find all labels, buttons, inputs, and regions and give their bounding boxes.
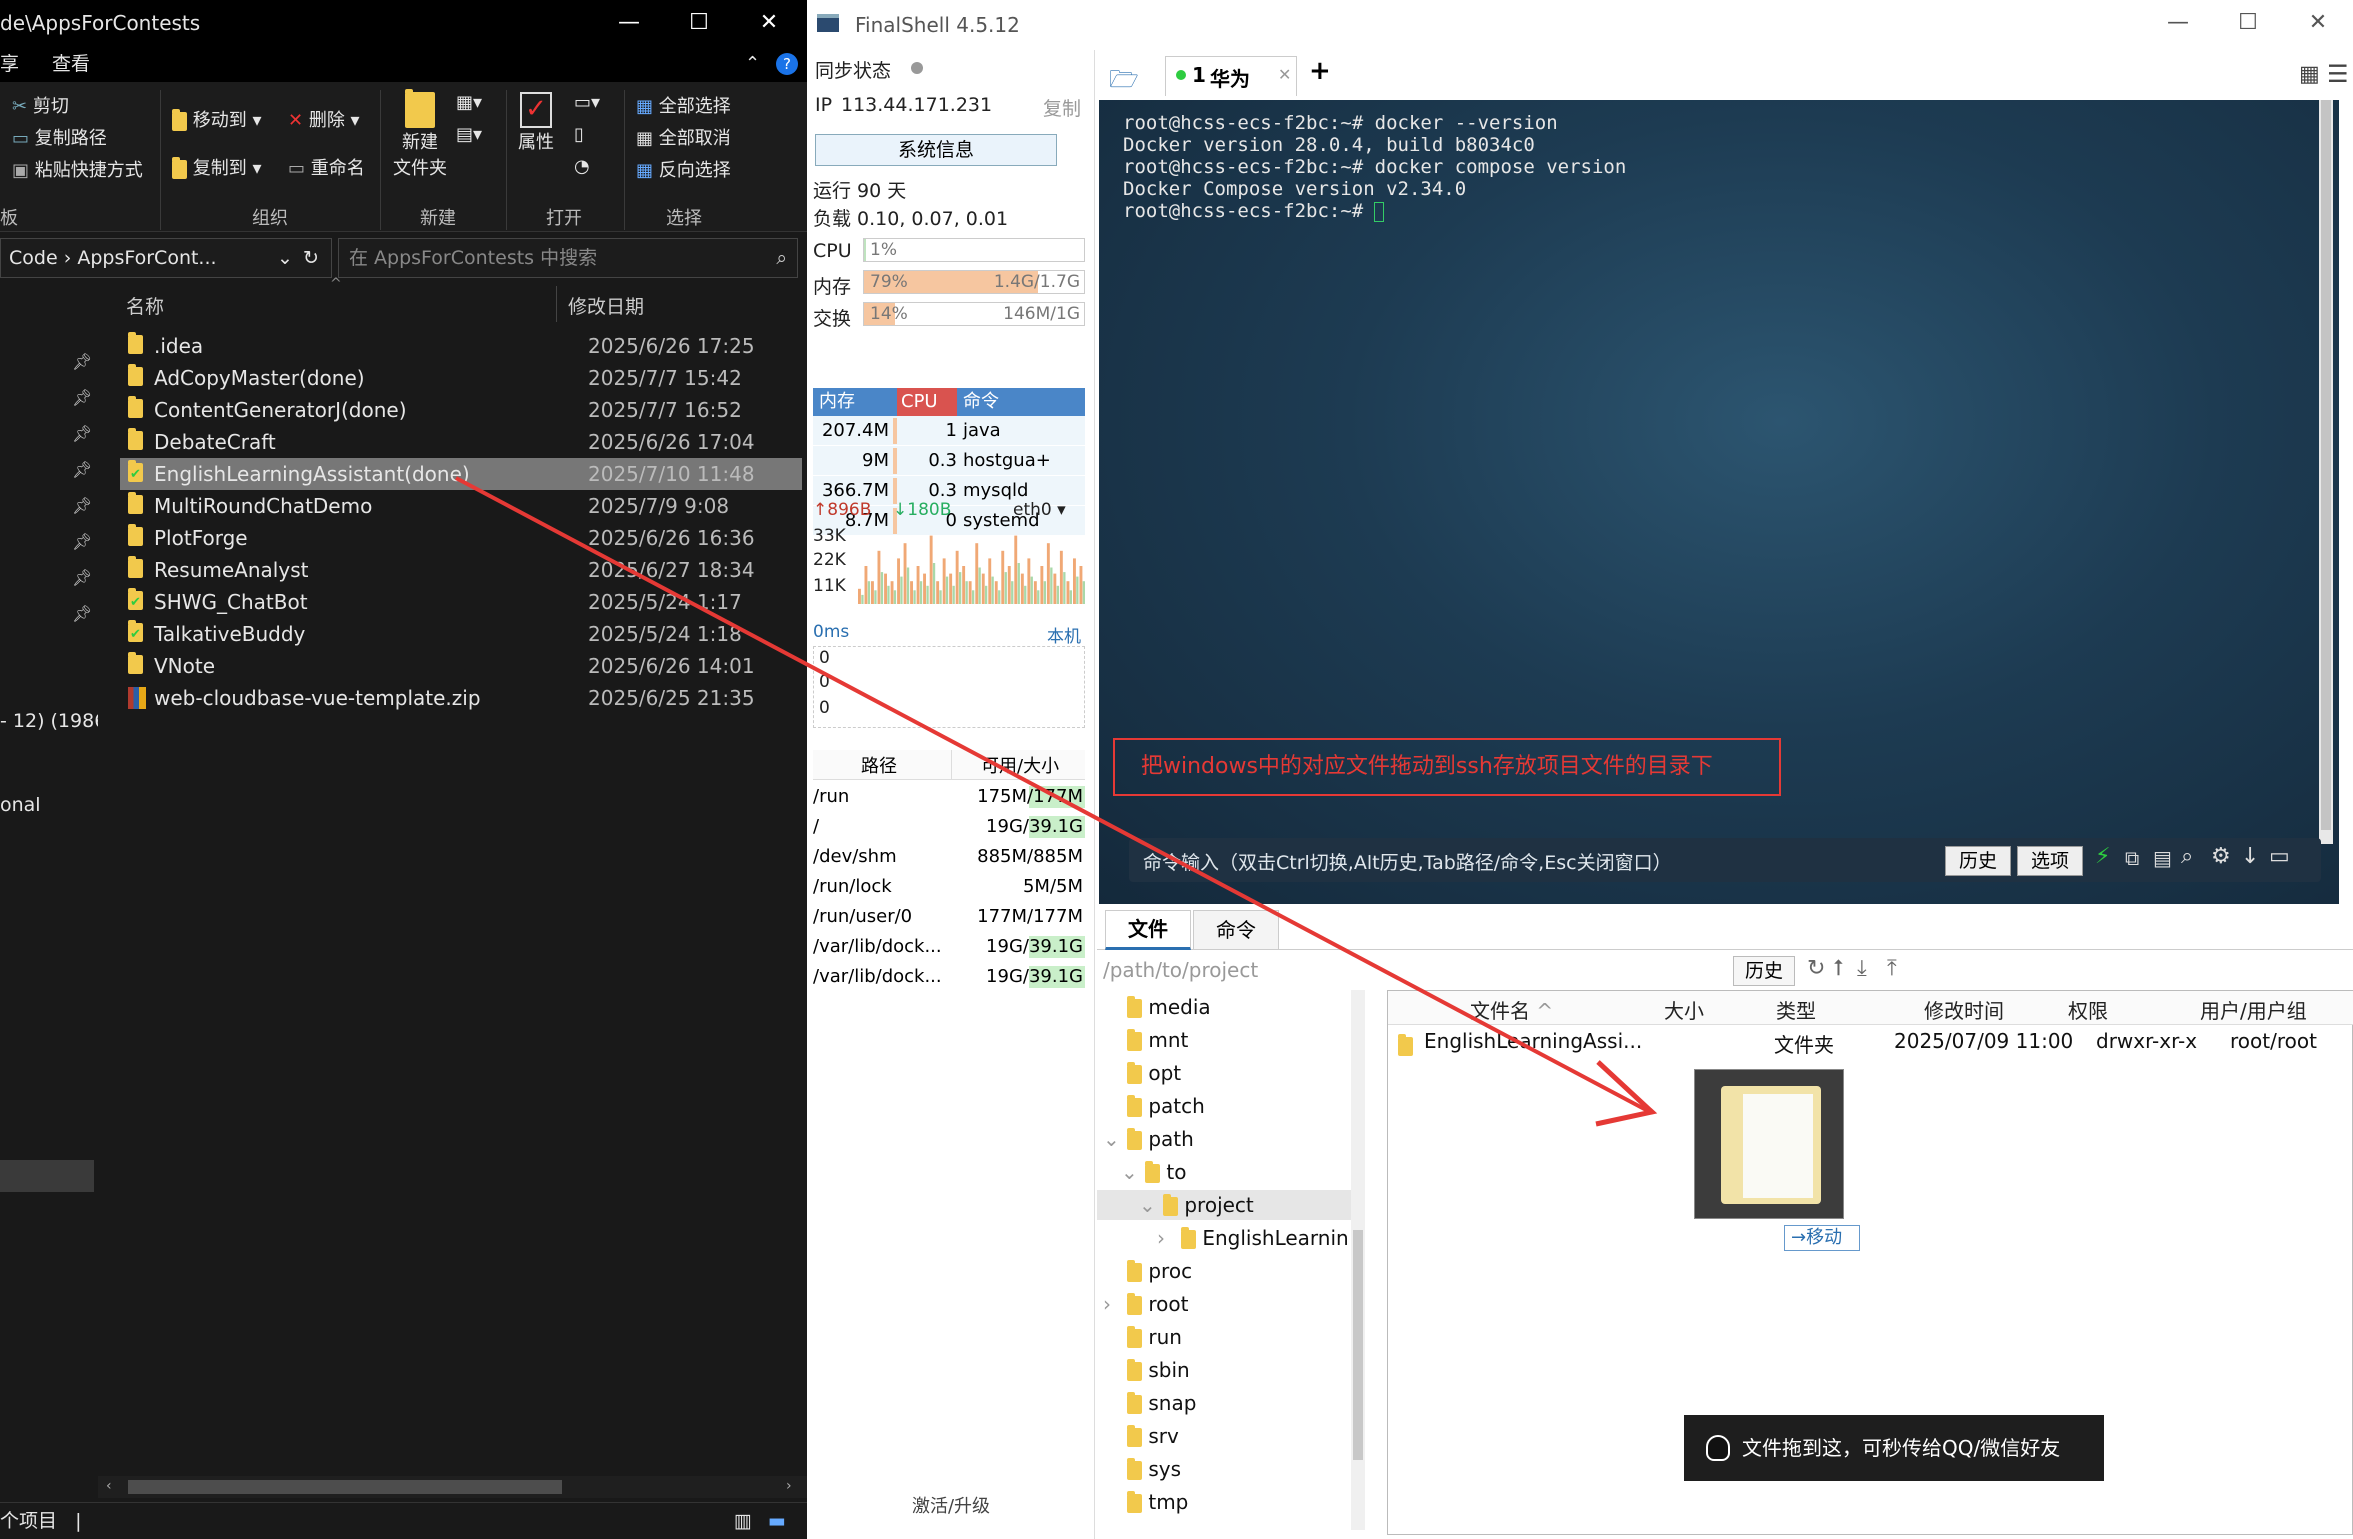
arrow-line [455, 476, 1651, 1114]
annotation-arrow [455, 476, 1658, 1127]
arrow-head [1595, 1060, 1658, 1127]
